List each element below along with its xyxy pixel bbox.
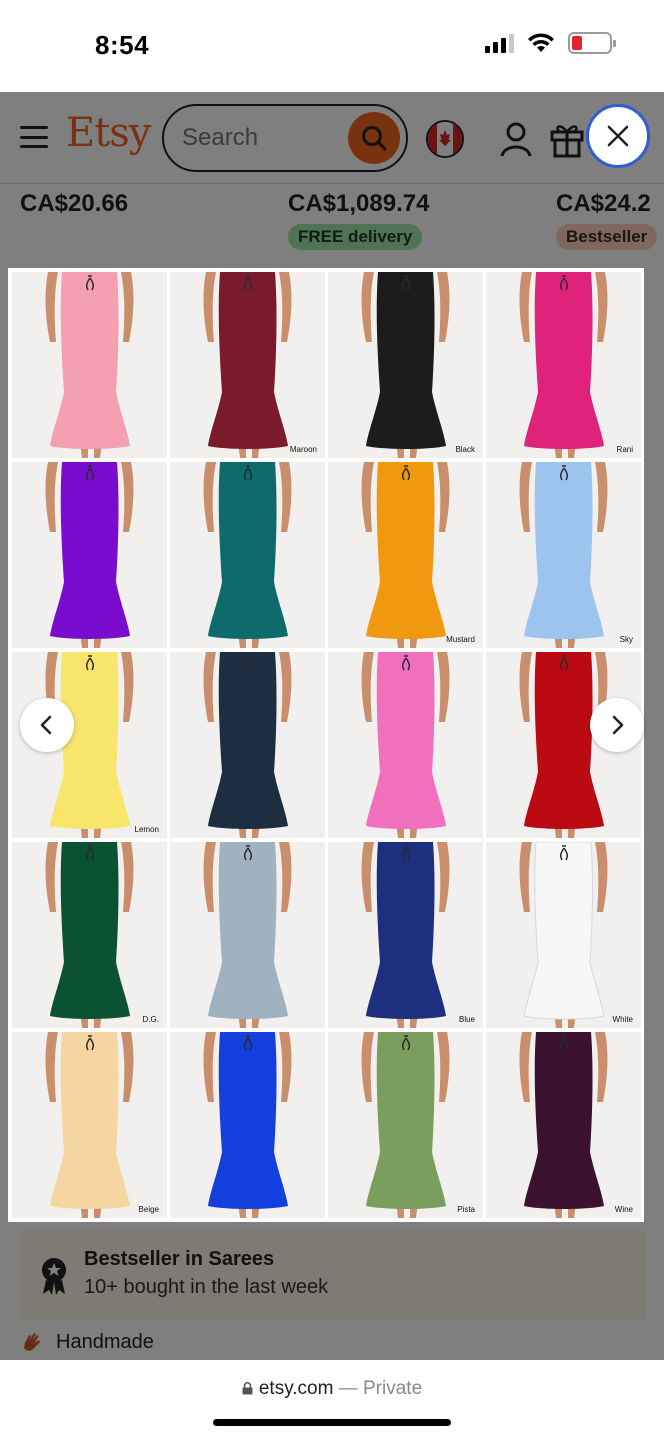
skirt-illustration (203, 272, 292, 458)
skirt-illustration (519, 462, 608, 648)
skirt-swatch-image[interactable]: Wine (486, 1032, 641, 1218)
skirt-swatch-image[interactable] (12, 272, 167, 458)
swatch-color-label: Sky (619, 635, 633, 644)
skirt-swatch-image[interactable] (170, 1032, 325, 1218)
skirt-swatch-image[interactable] (170, 652, 325, 838)
battery-icon (568, 32, 616, 54)
swatch-color-label: Lemon (134, 825, 159, 834)
skirt-illustration (361, 842, 450, 1028)
swatch-color-label: Pista (457, 1205, 475, 1214)
swatch-color-label: Beige (138, 1205, 159, 1214)
wifi-icon (528, 33, 554, 52)
swatch-color-label: Maroon (289, 445, 317, 454)
cellular-signal-icon (485, 33, 514, 53)
previous-image-button[interactable] (20, 698, 74, 752)
skirt-illustration (203, 652, 292, 838)
skirt-swatch-image[interactable]: D.G. (12, 842, 167, 1028)
close-lightbox-button[interactable] (586, 104, 650, 168)
skirt-swatch-image[interactable]: Pista (328, 1032, 483, 1218)
skirt-illustration (361, 652, 450, 838)
skirt-swatch-image[interactable]: Black (328, 272, 483, 458)
skirt-illustration (45, 462, 134, 648)
swatch-color-label: Rani (616, 445, 633, 454)
skirt-swatch-image[interactable]: White (486, 842, 641, 1028)
skirt-illustration (519, 842, 608, 1028)
skirt-illustration (203, 842, 292, 1028)
status-bar: 8:54 (0, 0, 664, 92)
skirt-illustration (45, 272, 134, 458)
swatch-color-label: D.G. (142, 1015, 159, 1024)
skirt-swatch-image[interactable]: Mustard (328, 462, 483, 648)
skirt-swatch-image[interactable] (328, 652, 483, 838)
browser-address-bar[interactable]: etsy.com — Private (0, 1360, 664, 1440)
skirt-illustration (203, 462, 292, 648)
product-image-gallery[interactable]: Maroon Black Rani Mustard Sky Lemon D.G. Blue Wh… (8, 268, 644, 1222)
skirt-illustration (519, 1032, 608, 1218)
status-icons (485, 32, 616, 54)
chevron-right-icon (612, 715, 624, 735)
skirt-illustration (361, 272, 450, 458)
skirt-swatch-image[interactable]: Maroon (170, 272, 325, 458)
skirt-swatch-image[interactable] (170, 842, 325, 1028)
skirt-swatch-image[interactable]: Rani (486, 272, 641, 458)
swatch-color-label: Mustard (446, 635, 475, 644)
swatch-color-label: White (612, 1015, 633, 1024)
skirt-swatch-image[interactable]: Sky (486, 462, 641, 648)
swatch-color-label: Wine (614, 1205, 633, 1214)
url-domain: etsy.com (258, 1378, 334, 1399)
skirt-illustration (361, 462, 450, 648)
color-swatch-grid: Maroon Black Rani Mustard Sky Lemon D.G. Blue Wh… (12, 272, 641, 1218)
skirt-swatch-image[interactable]: Beige (12, 1032, 167, 1218)
skirt-swatch-image[interactable]: Blue (328, 842, 483, 1028)
skirt-illustration (45, 1032, 134, 1218)
home-indicator (213, 1419, 451, 1426)
lock-icon (242, 1382, 253, 1395)
swatch-color-label: Blue (458, 1015, 475, 1024)
skirt-illustration (361, 1032, 450, 1218)
chevron-left-icon (40, 715, 52, 735)
private-mode-label: — Private (333, 1378, 423, 1399)
skirt-swatch-image[interactable] (12, 462, 167, 648)
skirt-illustration (45, 842, 134, 1028)
next-image-button[interactable] (590, 698, 644, 752)
skirt-swatch-image[interactable] (170, 462, 325, 648)
close-icon (607, 125, 629, 147)
skirt-illustration (203, 1032, 292, 1218)
swatch-color-label: Black (455, 445, 475, 454)
url-display[interactable]: etsy.com — Private (0, 1378, 664, 1400)
status-time: 8:54 (95, 30, 150, 60)
skirt-illustration (519, 272, 608, 458)
